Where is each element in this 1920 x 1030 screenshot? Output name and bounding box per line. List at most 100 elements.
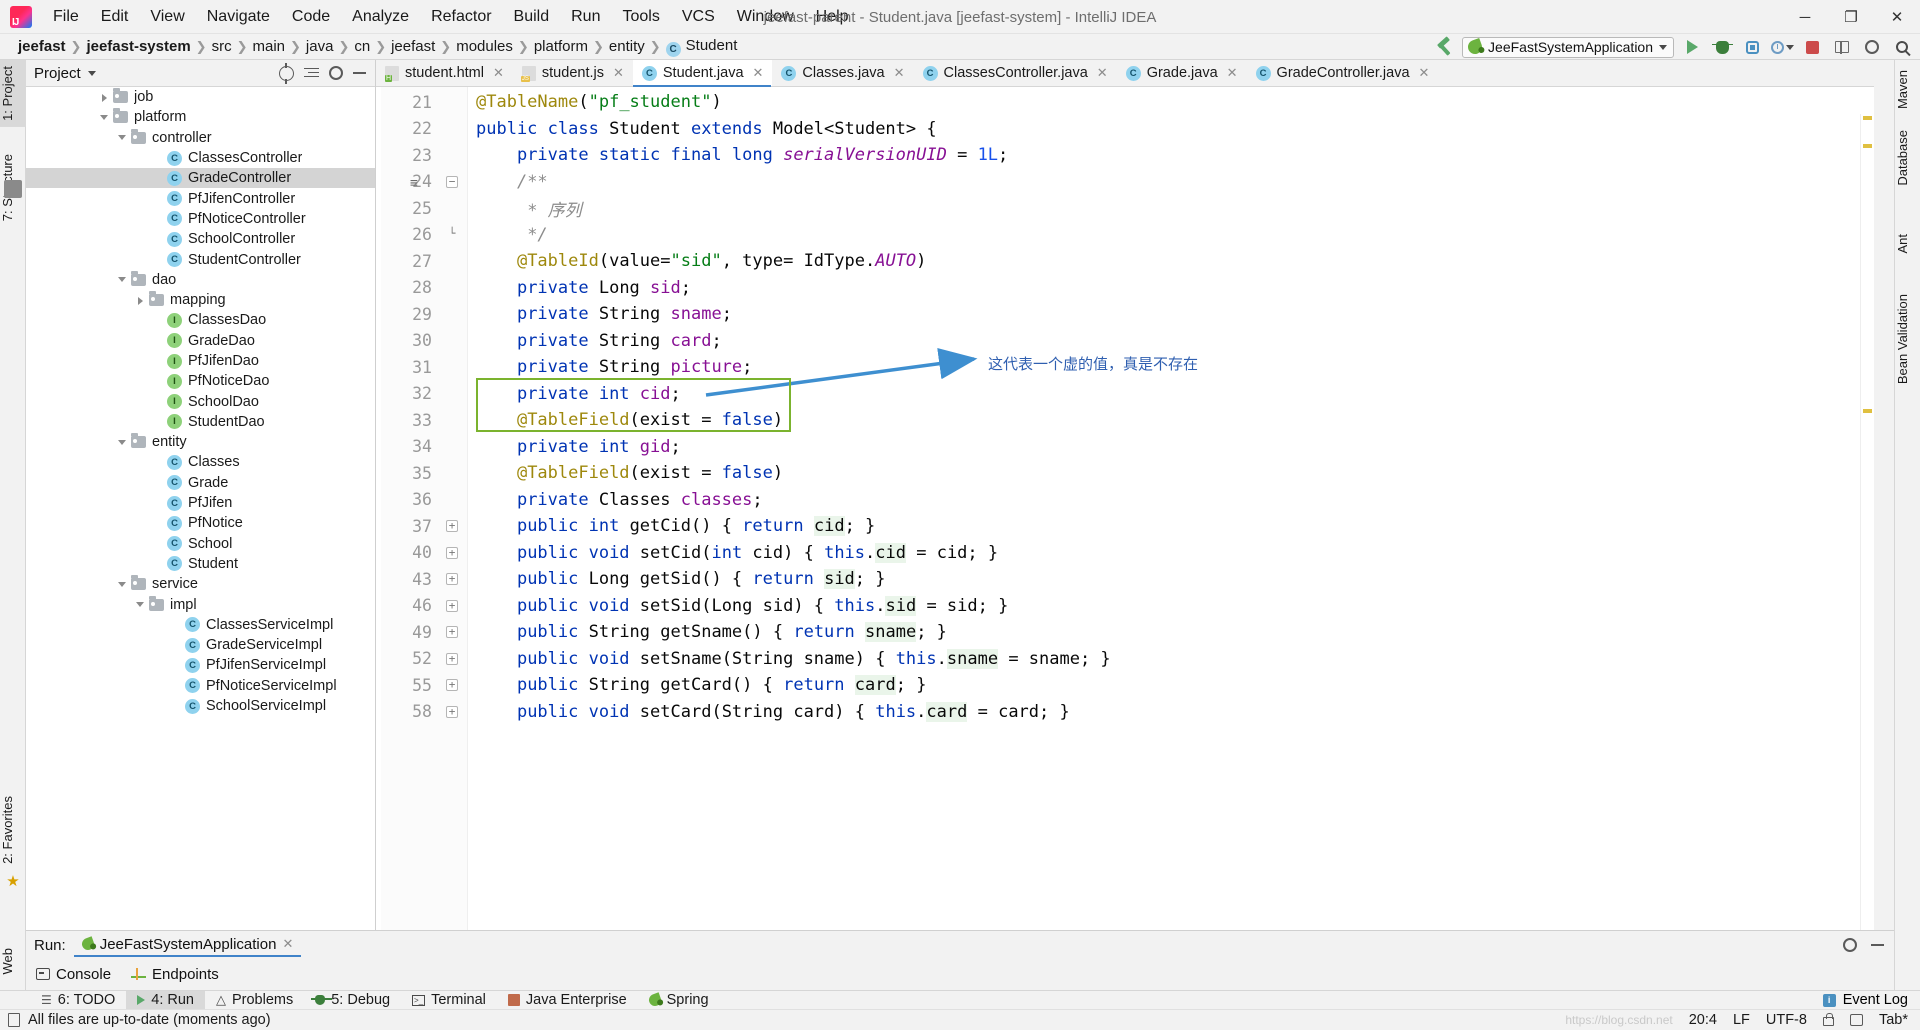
code-line[interactable]: 36 private Classes classes; <box>376 487 1874 514</box>
code-line[interactable]: 28 private Long sid; <box>376 275 1874 302</box>
gutter-marker[interactable]: + <box>432 566 468 593</box>
code-text[interactable]: private String card; <box>468 331 722 351</box>
menu-edit[interactable]: Edit <box>90 4 140 30</box>
code-line[interactable]: 58 + public void setCard(String card) { t… <box>376 699 1874 726</box>
menu-run[interactable]: Run <box>560 4 611 30</box>
code-line[interactable]: 33 @TableField(exist = false) <box>376 407 1874 434</box>
gutter-marker[interactable]: − ≡ <box>410 169 468 196</box>
gutter-marker[interactable]: + <box>432 646 468 673</box>
code-line[interactable]: 29 private String sname; <box>376 301 1874 328</box>
close-button[interactable]: ✕ <box>1874 0 1920 34</box>
gutter-marker[interactable] <box>432 328 468 355</box>
tool-window-terminal[interactable]: >_ Terminal <box>401 991 497 1010</box>
sidebar-item-favorites[interactable]: 2: Favorites <box>0 790 26 870</box>
menu-vcs[interactable]: VCS <box>671 4 726 30</box>
code-text[interactable]: public Long getSid() { return sid; } <box>468 569 886 590</box>
code-text[interactable]: public void setSname(String sname) { thi… <box>468 648 1111 669</box>
chevron-down-icon[interactable] <box>116 436 129 449</box>
coverage-button[interactable] <box>1740 36 1764 58</box>
search-everywhere-button[interactable] <box>1890 36 1914 58</box>
collapse-all-icon[interactable] <box>304 67 319 80</box>
chevron-down-icon[interactable] <box>116 273 129 286</box>
warning-marker[interactable] <box>1863 116 1872 120</box>
code-editor[interactable]: 21 @TableName("pf_student") 22 public class… <box>376 87 1874 930</box>
tree-node[interactable]: C Student <box>26 554 375 574</box>
code-line[interactable]: 52 + public void setSname(String sname) {… <box>376 646 1874 673</box>
chevron-down-icon[interactable] <box>87 70 96 76</box>
fold-expand-icon[interactable]: + <box>446 705 458 718</box>
caret-position[interactable]: 20:4 <box>1689 1012 1717 1028</box>
close-icon[interactable]: ✕ <box>282 936 293 952</box>
tree-node[interactable]: impl <box>26 594 375 614</box>
event-log-label[interactable]: Event Log <box>1843 992 1908 1008</box>
tree-node[interactable]: C PfNotice <box>26 513 375 533</box>
gutter-marker[interactable] <box>432 487 468 514</box>
fold-expand-icon[interactable]: + <box>446 652 458 665</box>
maximize-button[interactable]: ❐ <box>1828 0 1874 34</box>
breadcrumb-platform[interactable]: platform <box>530 38 592 55</box>
tree-node[interactable]: C PfJifen <box>26 493 375 513</box>
sidebar-item-database[interactable]: Database <box>1895 124 1920 192</box>
sidebar-item-bean-validation[interactable]: Bean Validation <box>1895 288 1920 390</box>
code-text[interactable]: @TableId(value="sid", type= IdType.AUTO) <box>468 251 926 271</box>
code-line[interactable]: 30 private String card; <box>376 328 1874 355</box>
tree-node[interactable]: C PfNoticeServiceImpl <box>26 676 375 696</box>
fold-expand-icon[interactable]: + <box>446 520 458 532</box>
menu-refactor[interactable]: Refactor <box>420 4 502 30</box>
code-line[interactable]: 26 └ */ <box>376 222 1874 249</box>
fold-collapse-icon[interactable]: − <box>446 175 458 188</box>
tree-node[interactable]: C School <box>26 534 375 554</box>
code-line[interactable]: 22 public class Student extends Model<Stu… <box>376 116 1874 143</box>
fold-expand-icon[interactable]: + <box>446 599 458 612</box>
run-configuration-selector[interactable]: JeeFastSystemApplication <box>1462 36 1674 58</box>
tool-window-debug[interactable]: 5: Debug <box>304 991 401 1010</box>
fold-expand-icon[interactable]: + <box>446 679 458 691</box>
locate-file-icon[interactable] <box>279 62 294 84</box>
breadcrumb-cn[interactable]: cn <box>350 38 374 55</box>
tree-node[interactable]: I ClassesDao <box>26 310 375 330</box>
code-text[interactable]: private static final long serialVersionU… <box>468 145 1008 165</box>
code-content[interactable]: 21 @TableName("pf_student") 22 public class… <box>376 87 1874 930</box>
tree-node[interactable]: C SchoolServiceImpl <box>26 696 375 716</box>
line-separator[interactable]: LF <box>1733 1012 1750 1028</box>
menu-tools[interactable]: Tools <box>611 4 670 30</box>
javadoc-gutter-icon[interactable]: ≡ <box>410 176 418 191</box>
tool-window-todo[interactable]: ☰ 6: TODO <box>30 991 126 1010</box>
minimize-button[interactable]: ─ <box>1782 0 1828 34</box>
gutter-marker[interactable]: + <box>432 593 468 620</box>
gutter-marker[interactable] <box>432 407 468 434</box>
tree-node[interactable]: C Grade <box>26 473 375 493</box>
code-line[interactable]: 21 @TableName("pf_student") <box>376 89 1874 116</box>
gutter-marker[interactable]: └ <box>432 222 468 249</box>
tree-node[interactable]: I GradeDao <box>26 331 375 351</box>
sidebar-item-web[interactable]: Web <box>0 942 26 981</box>
editor-tab[interactable]: C Grade.java ✕ <box>1117 60 1247 86</box>
gear-icon[interactable] <box>1843 938 1857 952</box>
close-icon[interactable]: ✕ <box>1419 65 1430 81</box>
code-text[interactable]: /** <box>468 172 548 192</box>
code-text[interactable]: public String getCard() { return card; } <box>468 675 926 696</box>
breadcrumb-src[interactable]: src <box>208 38 236 55</box>
code-text[interactable]: private int cid; <box>468 384 681 404</box>
gutter-marker[interactable] <box>432 434 468 461</box>
menu-code[interactable]: Code <box>281 4 341 30</box>
sidebar-item-ant[interactable]: Ant <box>1895 228 1920 260</box>
code-line[interactable]: 25 * 序列 <box>376 195 1874 222</box>
menu-build[interactable]: Build <box>503 4 561 30</box>
code-line[interactable]: 34 private int gid; <box>376 434 1874 461</box>
gutter-marker[interactable] <box>432 275 468 302</box>
chevron-down-icon[interactable] <box>134 598 147 611</box>
editor-tab-bar[interactable]: student.html✕student.js✕CStudent.java✕CC… <box>376 60 1874 87</box>
warning-marker[interactable] <box>1863 144 1872 148</box>
tree-node[interactable]: C PfJifenServiceImpl <box>26 655 375 675</box>
code-text[interactable]: public void setSid(Long sid) { this.sid … <box>468 595 1008 616</box>
gutter-marker[interactable]: + <box>432 672 468 699</box>
gutter-marker[interactable] <box>432 381 468 408</box>
tab-console[interactable]: Console <box>36 966 111 983</box>
editor-tab[interactable]: student.js ✕ <box>513 60 633 86</box>
chevron-down-icon[interactable] <box>116 131 129 144</box>
tree-node[interactable]: entity <box>26 432 375 452</box>
breadcrumb-modules[interactable]: modules <box>452 38 517 55</box>
hide-icon[interactable] <box>1871 944 1884 946</box>
gutter-marker[interactable]: + <box>432 699 468 726</box>
